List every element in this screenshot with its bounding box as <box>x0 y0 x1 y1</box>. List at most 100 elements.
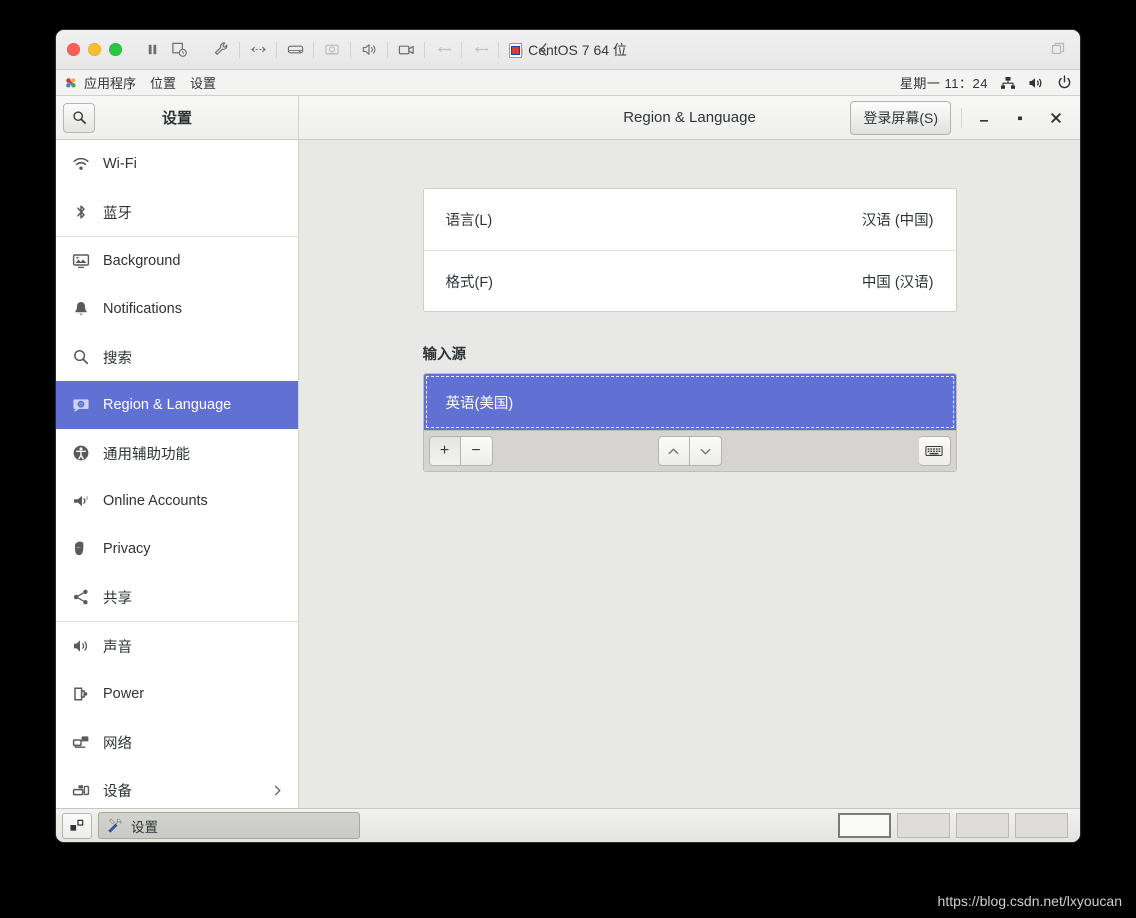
camera-icon[interactable] <box>320 38 344 62</box>
sidebar-item-region-and-language[interactable]: Region & Language <box>56 381 298 429</box>
search-icon <box>72 348 90 366</box>
wrench-icon[interactable] <box>209 38 233 62</box>
sidebar-item-label: Notifications <box>103 301 182 317</box>
sidebar-item-universal-access[interactable]: 通用辅助功能 <box>56 429 298 477</box>
sidebar-item-label: Wi-Fi <box>103 156 137 172</box>
gnome-top-bar: 应用程序 位置 设置 星期一 11：24 <box>56 70 1080 96</box>
sound-icon[interactable] <box>357 38 381 62</box>
input-sources-frame: 英语(美国) + − <box>422 373 957 472</box>
settings-app-window: 设置 Wi-Fi 蓝牙 Background Notifications 搜索 … <box>56 96 1080 808</box>
toolbar-separator <box>313 41 314 58</box>
taskbar-window-button-settings[interactable]: 设置 <box>98 812 360 839</box>
workspace-3[interactable] <box>956 813 1009 838</box>
input-source-label: 英语(美国) <box>445 395 514 412</box>
sidebar-item-label: Region & Language <box>103 397 232 413</box>
sidebar-item-privacy[interactable]: Privacy <box>56 525 298 573</box>
sidebar-item-label: Privacy <box>103 541 151 557</box>
webcam-icon[interactable] <box>394 38 418 62</box>
online-accounts-icon: s <box>72 492 90 510</box>
sidebar-item-notifications[interactable]: Notifications <box>56 285 298 333</box>
wifi-icon <box>72 155 90 173</box>
chevron-up-icon[interactable] <box>657 436 690 466</box>
background-icon <box>72 252 90 270</box>
header-actions: 登录屏幕(S) <box>850 100 1074 135</box>
sidebar-item-search[interactable]: 搜索 <box>56 333 298 381</box>
move-group <box>657 436 722 466</box>
toolbar-separator <box>387 41 388 58</box>
network-icon[interactable] <box>246 38 270 62</box>
sidebar-item-network[interactable]: 网络 <box>56 718 298 766</box>
usb-icon[interactable] <box>431 38 455 62</box>
add-input-source-button[interactable]: + <box>428 436 461 466</box>
input-source-item[interactable]: 英语(美国) <box>423 374 956 430</box>
minimize-window-button[interactable] <box>88 43 101 56</box>
topbar-clock[interactable]: 星期一 11：24 <box>900 73 988 92</box>
workspace-2[interactable] <box>897 813 950 838</box>
sidebar-item-devices[interactable]: 设备 <box>56 766 298 808</box>
close-window-button[interactable] <box>67 43 80 56</box>
network-wired-icon[interactable] <box>1000 76 1016 90</box>
taskbar-window-label: 设置 <box>131 819 158 835</box>
hand-icon <box>72 540 90 558</box>
settings-tools-icon <box>106 817 123 834</box>
windowed-mode-icon[interactable] <box>1050 41 1066 57</box>
show-desktop-icon[interactable] <box>62 812 92 839</box>
sidebar-item-label: 蓝牙 <box>103 205 132 222</box>
sidebar-item-sharing[interactable]: 共享 <box>56 573 298 621</box>
volume-icon[interactable] <box>1028 76 1045 90</box>
remove-input-source-button[interactable]: − <box>460 436 493 466</box>
topbar-menu-places[interactable]: 位置 <box>150 73 176 92</box>
workspace-4[interactable] <box>1015 813 1068 838</box>
collapse-icon[interactable] <box>532 38 556 62</box>
sidebar-item-bluetooth[interactable]: 蓝牙 <box>56 188 298 236</box>
fullscreen-window-button[interactable] <box>109 43 122 56</box>
input-sources-title: 输入源 <box>422 347 467 363</box>
vm-window: CentOS 7 64 位 应用程序 位置 设置 星期一 11：24 设置 Wi… <box>56 30 1080 842</box>
keyboard-icon[interactable] <box>918 436 951 466</box>
sidebar-item-background[interactable]: Background <box>56 237 298 285</box>
harddisk-icon[interactable] <box>283 38 307 62</box>
sidebar-item-label: Online Accounts <box>103 493 208 509</box>
bell-icon <box>72 300 90 318</box>
gnome-taskbar: 设置 <box>56 808 1080 842</box>
toolbar-separator <box>350 41 351 58</box>
printer-icon[interactable] <box>505 38 529 62</box>
language-row[interactable]: 语言(L) 汉语 (中国) <box>424 189 956 250</box>
workspace-1[interactable] <box>838 813 891 838</box>
settings-panel: 语言(L) 汉语 (中国) 格式(F) 中国 (汉语) 输入源 英语(美国) +… <box>422 188 957 472</box>
watermark-text: https://blog.csdn.net/lxyoucan <box>937 893 1122 909</box>
power-icon[interactable] <box>1057 75 1072 90</box>
topbar-menu-settings[interactable]: 设置 <box>190 73 216 92</box>
topbar-menu-applications[interactable]: 应用程序 <box>64 73 136 92</box>
toolbar-separator <box>276 41 277 58</box>
window-close-button[interactable] <box>1038 103 1074 133</box>
sidebar-item-online-accounts[interactable]: s Online Accounts <box>56 477 298 525</box>
format-row[interactable]: 格式(F) 中国 (汉语) <box>423 250 956 311</box>
language-format-list: 语言(L) 汉语 (中国) 格式(F) 中国 (汉语) <box>422 188 957 312</box>
header-divider <box>961 107 962 128</box>
vm-device-toolbar <box>209 38 556 62</box>
input-sources-toolbar: + − <box>423 430 956 471</box>
topbar-menu-settings-label: 设置 <box>190 76 217 91</box>
region-language-icon <box>72 396 90 414</box>
sidebar-item-label: 共享 <box>103 590 132 607</box>
sidebar-item-wi-fi[interactable]: Wi-Fi <box>56 140 298 188</box>
toolbar-separator <box>424 41 425 58</box>
chevron-down-icon[interactable] <box>689 436 722 466</box>
sidebar-item-label: Background <box>103 253 181 269</box>
sidebar-item-power[interactable]: Power <box>56 670 298 718</box>
sidebar-item-sound[interactable]: 声音 <box>56 622 298 670</box>
snapshot-icon[interactable] <box>167 38 191 62</box>
sound-icon <box>72 637 90 655</box>
window-minimize-button[interactable] <box>966 103 1002 133</box>
search-icon[interactable] <box>63 102 95 133</box>
usb-icon-2[interactable] <box>468 38 492 62</box>
topbar-menu-applications-label: 应用程序 <box>84 76 137 91</box>
login-screen-button[interactable]: 登录屏幕(S) <box>850 100 951 135</box>
bluetooth-icon <box>72 203 90 221</box>
vm-control-group <box>140 38 191 62</box>
network-icon <box>72 733 90 751</box>
window-maximize-button[interactable] <box>1002 103 1038 133</box>
sidebar-item-label: 网络 <box>103 735 132 752</box>
pause-icon[interactable] <box>140 38 164 62</box>
